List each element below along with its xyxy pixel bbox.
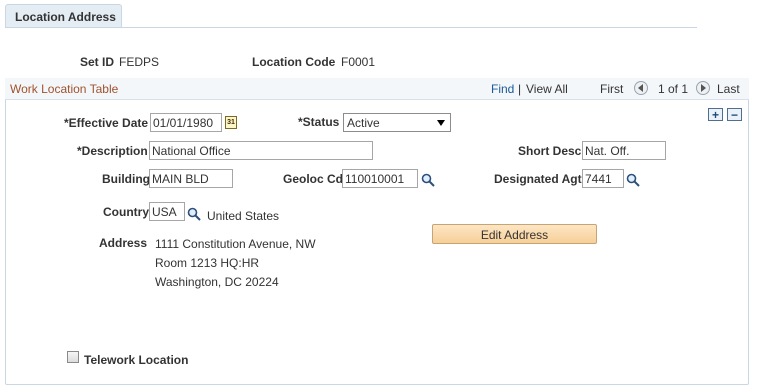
geoloc-input[interactable] xyxy=(342,169,418,188)
row-count: 1 of 1 xyxy=(658,82,689,96)
tab-divider xyxy=(5,27,697,28)
address-line-3: Washington, DC 20224 xyxy=(155,275,279,289)
short-desc-input[interactable] xyxy=(582,141,666,160)
search-icon[interactable] xyxy=(421,173,435,187)
delete-row-icon[interactable]: − xyxy=(727,108,742,121)
search-icon[interactable] xyxy=(187,207,201,221)
address-line-1: 1111 Constitution Avenue, NW xyxy=(155,237,316,251)
address-line-2: Room 1213 HQ:HR xyxy=(155,256,260,270)
setid-value: FEDPS xyxy=(119,55,160,69)
telework-label: Telework Location xyxy=(84,353,189,367)
find-link[interactable]: Find xyxy=(491,82,514,96)
first-label: First xyxy=(600,82,624,96)
building-input[interactable] xyxy=(149,169,233,188)
description-input[interactable] xyxy=(149,141,373,160)
building-label: Building xyxy=(102,172,150,186)
country-description: United States xyxy=(207,209,280,223)
setid-label: Set ID xyxy=(80,55,115,69)
telework-checkbox[interactable] xyxy=(67,351,79,363)
view-all-link[interactable]: View All xyxy=(526,82,568,96)
first-arrow-icon[interactable] xyxy=(634,81,648,95)
dropdown-arrow-icon xyxy=(437,120,445,126)
description-label: *Description xyxy=(77,144,148,158)
status-label: *Status xyxy=(298,115,340,129)
status-select[interactable]: Active xyxy=(343,113,451,132)
designated-agt-input[interactable] xyxy=(582,169,624,188)
last-arrow-icon[interactable] xyxy=(696,81,710,95)
status-selected-value: Active xyxy=(347,116,380,130)
search-icon[interactable] xyxy=(626,173,640,187)
address-label: Address xyxy=(99,236,148,250)
last-label: Last xyxy=(717,82,740,96)
effective-date-label: *Effective Date xyxy=(64,116,149,130)
geoloc-label: Geoloc Cd xyxy=(283,172,344,186)
short-desc-label: Short Desc xyxy=(518,144,582,158)
location-code-value: F0001 xyxy=(341,55,376,69)
tab-location-address[interactable]: Location Address xyxy=(5,4,122,28)
designated-agt-label: Designated Agt xyxy=(494,172,582,186)
add-row-icon[interactable]: + xyxy=(708,108,723,121)
location-code-label: Location Code xyxy=(252,55,336,69)
effective-date-input[interactable] xyxy=(150,113,222,132)
country-input[interactable] xyxy=(149,202,185,221)
country-label: Country xyxy=(103,205,149,219)
edit-address-button[interactable]: Edit Address xyxy=(432,224,597,244)
grid-title: Work Location Table xyxy=(10,82,119,96)
nav-separator: | xyxy=(518,82,522,96)
calendar-icon[interactable]: 31 xyxy=(225,116,237,129)
